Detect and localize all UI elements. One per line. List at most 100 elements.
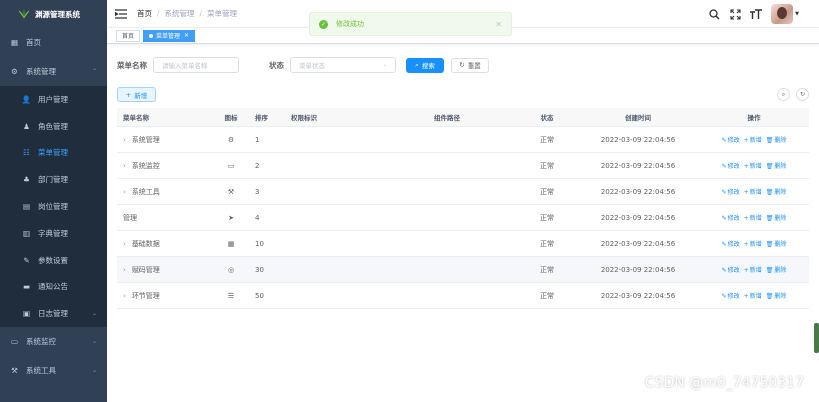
expand-arrow-icon[interactable]: › <box>123 266 126 274</box>
created-cell: 2022-03-09 22:04:56 <box>600 187 676 196</box>
actions-cell: ✎修改 +新增 🗑删除 <box>699 265 809 274</box>
breadcrumb-separator: / <box>157 9 160 18</box>
status-cell: 正常 <box>540 161 554 170</box>
delete-button[interactable]: 🗑删除 <box>766 161 787 170</box>
reset-button[interactable]: ↻ 重置 <box>451 57 489 73</box>
tag-home[interactable]: 首页 <box>116 29 141 42</box>
fullscreen-icon[interactable] <box>729 8 741 20</box>
sidebar-item[interactable]: ▥ 字典管理 <box>0 219 107 247</box>
message-icon: ▬ <box>22 282 31 292</box>
user-icon: 👤 <box>21 94 32 104</box>
edit-button[interactable]: ✎修改 <box>722 135 740 144</box>
expand-arrow-icon[interactable]: › <box>123 240 126 248</box>
expand-arrow-icon[interactable]: › <box>123 136 126 144</box>
close-icon[interactable]: ✕ <box>184 32 189 39</box>
refresh-icon: ↻ <box>459 61 465 69</box>
add-button[interactable]: + 新增 <box>117 87 156 102</box>
expand-arrow-icon[interactable]: › <box>123 188 126 196</box>
sidebar-item[interactable]: ♟ 角色管理 <box>0 112 107 140</box>
table-row[interactable]: › 环节管理 ☰ 50 正常 2022-03-09 22:04:56 ✎修改 +新增 🗑删除 <box>117 283 809 309</box>
add-row-button[interactable]: +新增 <box>744 239 762 248</box>
column-header: 图标 <box>224 114 238 122</box>
hamburger-icon[interactable] <box>115 8 127 19</box>
delete-button[interactable]: 🗑删除 <box>766 291 787 300</box>
menu-name-cell: › 系统工具 <box>117 187 211 197</box>
edit-button[interactable]: ✎修改 <box>722 265 740 274</box>
table-row[interactable]: 管理 ➤ 4 正常 2022-03-09 22:04:56 ✎修改 +新增 🗑删除 <box>117 205 809 231</box>
action-label: 删除 <box>774 267 787 274</box>
edit-button[interactable]: ✎修改 <box>722 239 740 248</box>
edit-icon: ✎ <box>721 163 727 170</box>
trash-icon: 🗑 <box>765 267 774 274</box>
actions-cell: ✎修改 +新增 🗑删除 <box>699 135 809 144</box>
breadcrumb-item[interactable]: 首页 <box>137 8 152 19</box>
edit-button[interactable]: ✎修改 <box>722 213 740 222</box>
plus-icon: + <box>743 215 749 222</box>
sidebar-item[interactable]: ⚙ 系统管理 ⌃ <box>0 57 107 86</box>
delete-button[interactable]: 🗑删除 <box>766 213 787 222</box>
menu-name-input[interactable]: 请输入菜单名称 <box>153 57 239 73</box>
trash-icon: 🗑 <box>765 293 774 300</box>
edit-icon: ✎ <box>721 215 727 222</box>
monitor-icon: ▭ <box>10 337 19 347</box>
search-toggle-icon[interactable]: ⌕ <box>777 88 790 101</box>
status-select[interactable]: 菜单状态 ⌄ <box>290 57 396 73</box>
sidebar-item[interactable]: ♣ 部门管理 <box>0 166 107 194</box>
sidebar-item[interactable]: ▬ 通知公告 <box>0 273 107 301</box>
delete-button[interactable]: 🗑删除 <box>766 187 787 196</box>
sidebar-item[interactable]: ✎ 参数设置 <box>0 246 107 274</box>
menu-name: 赋码管理 <box>131 265 160 274</box>
sidebar-item[interactable]: ▣ 日志管理 ⌄ <box>0 300 107 328</box>
trash-icon: 🗑 <box>765 241 774 248</box>
table-row[interactable]: › 系统工具 ⚒ 3 正常 2022-03-09 22:04:56 ✎修改 +新增 🗑删除 <box>117 179 809 205</box>
sidebar-item[interactable]: ☷ 菜单管理 <box>0 139 107 167</box>
sidebar-item[interactable]: ⚒ 系统工具 ⌄ <box>0 356 107 385</box>
table-row[interactable]: › 系统管理 ⚙ 1 正常 2022-03-09 22:04:56 ✎修改 +新增 🗑删除 <box>117 127 809 153</box>
add-row-button[interactable]: +新增 <box>744 135 762 144</box>
tree-icon: ♣ <box>23 175 30 185</box>
edit-button[interactable]: ✎修改 <box>722 161 740 170</box>
avatar[interactable] <box>771 4 794 24</box>
action-label: 新增 <box>749 241 762 248</box>
expand-arrow-icon[interactable]: › <box>123 162 126 170</box>
search-icon[interactable] <box>708 8 720 20</box>
add-row-button[interactable]: +新增 <box>744 213 762 222</box>
sidebar-item-label: 日志管理 <box>38 309 68 319</box>
breadcrumb-item[interactable]: 系统管理 <box>165 8 195 19</box>
app-logo[interactable]: 渊源管理系统 <box>0 0 107 28</box>
search-button[interactable]: ⌕ 搜索 <box>406 57 444 73</box>
sidebar-menu: ▦ 首页 ⚙ 系统管理 ⌃ 👤 用户管理 ♟ 角色管理 ☷ 菜单管理 ♣ 部门管理 ▤ 岗位管理 ▥ 字典管理 ✎… <box>0 28 107 385</box>
add-row-button[interactable]: +新增 <box>744 161 762 170</box>
status-label: 状态 <box>269 60 284 70</box>
edit-button[interactable]: ✎修改 <box>722 291 740 300</box>
expand-arrow-icon[interactable]: › <box>123 292 126 300</box>
sidebar-item[interactable]: 👤 用户管理 <box>0 86 107 113</box>
delete-button[interactable]: 🗑删除 <box>766 265 787 274</box>
tag-menu-management[interactable]: 菜单管理 ✕ <box>143 29 196 42</box>
table-toolbar: ⌕ ↻ <box>771 88 809 101</box>
add-row-button[interactable]: +新增 <box>744 187 762 196</box>
table-row[interactable]: › 赋码管理 ◎ 30 正常 2022-03-09 22:04:56 ✎修改 +新增 🗑删除 <box>117 257 809 283</box>
sidebar-item[interactable]: ▤ 岗位管理 <box>0 193 107 220</box>
table-row[interactable]: › 系统监控 ▭ 2 正常 2022-03-09 22:04:56 ✎修改 +新增 🗑删除 <box>117 153 809 179</box>
delete-button[interactable]: 🗑删除 <box>766 135 787 144</box>
edit-button[interactable]: ✎修改 <box>722 187 740 196</box>
table-row[interactable]: › 基础数据 ▦ 10 正常 2022-03-09 22:04:56 ✎修改 +新增 🗑删除 <box>117 231 809 257</box>
add-row-button[interactable]: +新增 <box>744 291 762 300</box>
sidebar-item[interactable]: ▦ 首页 <box>0 28 107 57</box>
action-label: 新增 <box>749 189 762 196</box>
refresh-icon[interactable]: ↻ <box>796 88 809 101</box>
scroll-handle[interactable] <box>814 323 819 353</box>
chevron-down-icon[interactable]: ▼ <box>795 11 799 17</box>
action-label: 删除 <box>774 215 787 222</box>
delete-button[interactable]: 🗑删除 <box>766 239 787 248</box>
sidebar-item[interactable]: ▭ 系统监控 ⌄ <box>0 327 107 356</box>
close-icon[interactable]: ✕ <box>495 20 502 29</box>
status-cell: 正常 <box>540 239 554 248</box>
plus-icon: + <box>743 267 749 274</box>
reset-button-label: 重置 <box>467 62 481 70</box>
table-body: › 系统管理 ⚙ 1 正常 2022-03-09 22:04:56 ✎修改 +新增 🗑删除 › 系统… <box>117 127 809 309</box>
add-row-button[interactable]: +新增 <box>744 265 762 274</box>
search-icon: ⌕ <box>415 60 419 69</box>
font-size-icon[interactable] <box>750 8 763 20</box>
